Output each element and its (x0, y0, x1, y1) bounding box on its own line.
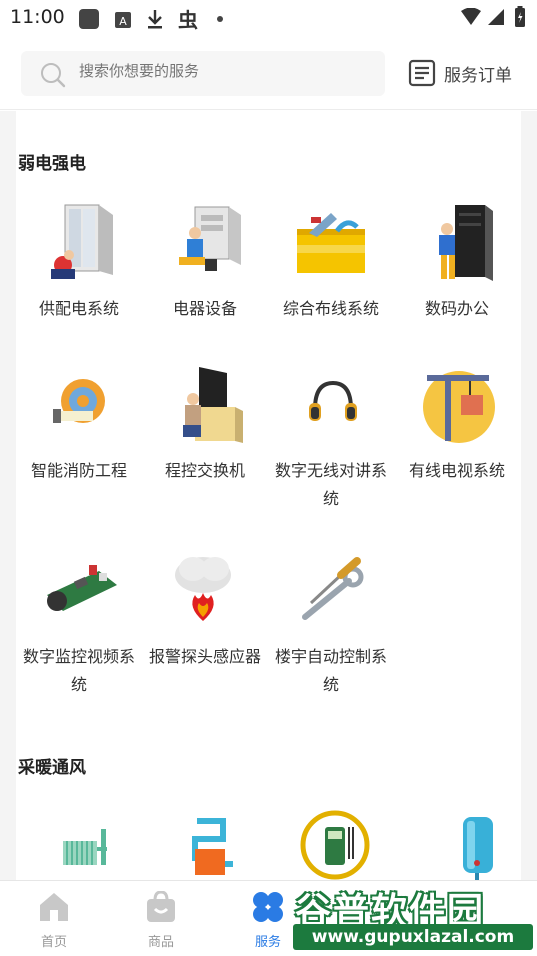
service-item[interactable] (268, 807, 394, 880)
tab-home-label: 首页 (40, 935, 67, 950)
service-item[interactable]: 有线电视系统 (394, 365, 520, 485)
service-item[interactable] (394, 807, 520, 880)
toolbox-icon (291, 203, 371, 283)
service-item[interactable]: 综合布线系统 (268, 203, 394, 323)
search-icon (41, 63, 66, 88)
headphones-icon (291, 365, 371, 445)
service-item[interactable]: 供配电系统 (16, 203, 142, 323)
site-watermark: 谷普软件园 www.gupuxlazal.com (291, 880, 537, 956)
service-item[interactable]: 智能消防工程 (16, 365, 142, 485)
bag-icon (147, 890, 175, 922)
service-item-label: 智能消防工程 (30, 461, 127, 480)
service-item[interactable]: 程控交换机 (142, 365, 268, 485)
svg-text:A: A (119, 15, 127, 28)
crane-icon (417, 365, 497, 445)
service-item-label: 报警探头感应器 (148, 647, 261, 666)
tab-products[interactable]: 商品 (116, 890, 206, 950)
service-orders-label: 服务订单 (444, 65, 512, 86)
wifi-icon (461, 8, 481, 25)
search-bar[interactable] (21, 51, 385, 96)
service-orders-button[interactable]: 服务订单 (408, 58, 512, 88)
search-input[interactable] (79, 62, 369, 80)
radiator-icon (39, 807, 119, 880)
electrical-equipment-icon (165, 203, 245, 283)
service-item-label: 楼宇自动控制系统 (274, 647, 387, 694)
bug-icon: 虫 (178, 8, 198, 31)
wrench-screwdriver-icon (291, 551, 371, 631)
fire-alarm-icon (165, 551, 245, 631)
service-item-label: 数字监控视频系统 (22, 647, 135, 694)
svg-text:虫: 虫 (178, 8, 198, 31)
pipe-heater-icon (165, 807, 245, 880)
category-card: 弱电强电 供配电系统 电器设备 综合布线系统 数码办公 智能消防工程 程控交换机… (16, 111, 521, 880)
content-area[interactable]: 弱电强电 供配电系统 电器设备 综合布线系统 数码办公 智能消防工程 程控交换机… (0, 111, 537, 880)
service-item[interactable] (16, 807, 142, 880)
tape-measure-icon (39, 365, 119, 445)
service-item-label: 数码办公 (424, 299, 489, 318)
service-item-label: 程控交换机 (164, 461, 245, 480)
server-rack-icon (417, 203, 497, 283)
more-dot-icon (217, 16, 223, 22)
home-icon (40, 893, 68, 921)
section-title-heating-ventilation: 采暖通风 (18, 758, 86, 778)
service-item-label: 数字无线对讲系统 (274, 461, 387, 508)
switchboard-icon (165, 365, 245, 445)
signal-icon (488, 9, 504, 25)
service-item[interactable]: 电器设备 (142, 203, 268, 323)
tab-home[interactable]: 首页 (9, 891, 99, 950)
service-item[interactable] (142, 807, 268, 880)
section-title-weak-strong-electric: 弱电强电 (18, 154, 86, 174)
status-bar: 11:00 A 虫 (0, 0, 537, 36)
service-item-label: 综合布线系统 (282, 299, 379, 318)
service-item[interactable]: 数码办公 (394, 203, 520, 323)
tab-products-label: 商品 (147, 935, 174, 950)
service-item-label: 有线电视系统 (408, 461, 505, 480)
video-board-icon (39, 551, 119, 631)
app-notification-icon (79, 9, 99, 29)
water-heater-icon (417, 807, 497, 880)
battery-icon (515, 6, 525, 27)
service-item-label: 电器设备 (172, 299, 237, 318)
status-time: 11:00 (10, 6, 65, 28)
download-icon (148, 10, 162, 29)
top-header: 服务订单 (0, 36, 537, 110)
service-item[interactable]: 报警探头感应器 (142, 551, 268, 671)
orders-icon (408, 59, 436, 87)
service-item[interactable]: 楼宇自动控制系统 (268, 551, 394, 699)
service-item[interactable]: 数字监控视频系统 (16, 551, 142, 699)
multimeter-icon (291, 807, 371, 880)
power-cabinet-icon (39, 203, 119, 283)
service-item-label: 供配电系统 (38, 299, 119, 318)
translate-icon: A (115, 12, 131, 28)
clover-icon (253, 892, 283, 922)
service-item[interactable]: 数字无线对讲系统 (268, 365, 394, 513)
watermark-url: www.gupuxlazal.com (293, 924, 533, 950)
